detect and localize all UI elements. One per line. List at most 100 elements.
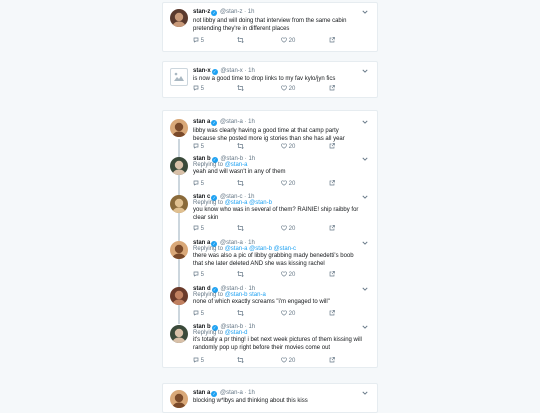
tweet-text: not libby and will doing that interview … <box>193 18 347 32</box>
retweet-button[interactable] <box>237 271 244 279</box>
replying-to-handles[interactable]: @stan-b stan-a <box>225 292 266 298</box>
replying-to: Replying to @stan-a @stan-b @stan-c <box>193 246 296 253</box>
user-avatar[interactable] <box>170 241 188 259</box>
replying-to-handles[interactable]: @stan-a @stan-b <box>225 200 272 206</box>
profile-photo-icon <box>170 119 188 137</box>
replying-to-handles[interactable]: @stan-a <box>225 162 248 168</box>
tweet-actions: 5 20 <box>193 85 363 93</box>
retweet-button[interactable] <box>237 357 244 365</box>
user-avatar[interactable] <box>170 68 188 86</box>
replying-to-label: Replying to <box>193 162 224 168</box>
user-avatar[interactable] <box>170 157 188 175</box>
user-handle[interactable]: @stan-a <box>220 119 243 125</box>
share-button[interactable] <box>329 37 335 45</box>
reply-count: 5 <box>200 226 205 232</box>
reply-button[interactable]: 5 <box>193 225 204 233</box>
share-button[interactable] <box>329 85 335 93</box>
tweet[interactable]: stan a ✓ @stan-a · 1h blocking w*lbys and … <box>163 384 377 412</box>
reply-button[interactable]: 5 <box>193 310 204 318</box>
display-name[interactable]: stan a <box>193 119 210 125</box>
tweet-timestamp[interactable]: 1h <box>248 324 255 330</box>
reply-button[interactable]: 5 <box>193 357 204 365</box>
reply-button[interactable]: 5 <box>193 85 204 93</box>
like-button[interactable]: 20 <box>281 357 295 365</box>
replying-to-label: Replying to <box>193 200 224 206</box>
share-button[interactable] <box>329 310 335 318</box>
reply-button[interactable]: 5 <box>193 143 204 151</box>
tweet-text: yeah and will wasn't in any of them <box>193 169 286 175</box>
like-button[interactable]: 20 <box>281 37 295 45</box>
user-avatar[interactable] <box>170 287 188 305</box>
user-avatar[interactable] <box>170 195 188 213</box>
share-button[interactable] <box>329 271 335 279</box>
tweet[interactable]: stan-z ✓ @stan-z · 1h not libby and will d… <box>163 3 377 51</box>
user-avatar[interactable] <box>170 9 188 27</box>
replying-to-handles[interactable]: @stan-d <box>225 330 248 336</box>
tweet[interactable]: stan b ✓ @stan-b · 1h Replying to @stan-d i… <box>163 319 377 369</box>
chevron-down-icon[interactable] <box>362 10 368 16</box>
replying-to: Replying to @stan-a @stan-b <box>193 200 272 207</box>
user-handle[interactable]: @stan-z <box>220 9 242 15</box>
tweet-timestamp[interactable]: 1h <box>248 68 255 74</box>
display-name[interactable]: stan-z <box>193 9 210 15</box>
display-name[interactable]: stan a <box>193 390 210 396</box>
user-handle[interactable]: @stan-x <box>220 68 242 74</box>
reply-count: 5 <box>200 272 205 278</box>
retweet-button[interactable] <box>237 85 244 93</box>
share-button[interactable] <box>329 180 335 188</box>
like-button[interactable]: 20 <box>281 225 295 233</box>
like-button[interactable]: 20 <box>281 310 295 318</box>
replying-to-label: Replying to <box>193 292 224 298</box>
retweet-button[interactable] <box>237 225 244 233</box>
share-button[interactable] <box>329 143 335 151</box>
chevron-down-icon[interactable] <box>362 241 368 247</box>
share-button[interactable] <box>329 357 335 365</box>
like-button[interactable]: 20 <box>281 271 295 279</box>
user-handle[interactable]: @stan-a <box>220 390 243 396</box>
tweet-timestamp[interactable]: 1h <box>248 156 255 162</box>
verified-badge-icon: ✓ <box>211 120 218 126</box>
chevron-down-icon[interactable] <box>362 325 368 331</box>
chevron-down-icon[interactable] <box>362 287 368 293</box>
tweet[interactable]: stan c ✓ @stan-c · 1h Replying to @stan-a … <box>163 189 377 235</box>
tweet-timestamp[interactable]: 1h <box>248 9 255 15</box>
user-avatar[interactable] <box>170 390 188 408</box>
reply-button[interactable]: 5 <box>193 271 204 279</box>
like-count: 20 <box>288 311 296 317</box>
chevron-down-icon[interactable] <box>362 391 368 397</box>
tweet[interactable]: stan a ✓ @stan-a · 1h libby was clearly ha… <box>163 111 377 151</box>
tweet[interactable]: stan b ✓ @stan-b · 1h Replying to @stan-a y… <box>163 151 377 189</box>
separator-dot: · <box>244 68 247 74</box>
chevron-down-icon[interactable] <box>362 157 368 163</box>
tweet-header: stan-x ✓ @stan-x · 1h <box>193 68 365 75</box>
user-avatar[interactable] <box>170 325 188 343</box>
tweet[interactable]: stan-x ✓ @stan-x · 1h is now a good time t… <box>163 62 377 97</box>
tweet-header: stan a ✓ @stan-a · 1h <box>193 119 365 126</box>
like-count: 20 <box>288 181 296 187</box>
tweet[interactable]: stan a ✓ @stan-a · 1h Replying to @stan-a … <box>163 235 377 281</box>
tweet-text: there was also a pic of libby grabbing m… <box>193 253 354 267</box>
share-button[interactable] <box>329 225 335 233</box>
like-button[interactable]: 20 <box>281 143 295 151</box>
retweet-button[interactable] <box>237 37 244 45</box>
retweet-button[interactable] <box>237 143 244 151</box>
chevron-down-icon[interactable] <box>362 120 368 126</box>
chevron-down-icon[interactable] <box>362 195 368 201</box>
like-button[interactable]: 20 <box>281 85 295 93</box>
display-name[interactable]: stan-x <box>193 68 211 74</box>
retweet-button[interactable] <box>237 310 244 318</box>
thread: stan a ✓ @stan-a · 1h libby was clearly ha… <box>163 111 377 367</box>
user-avatar[interactable] <box>170 119 188 137</box>
like-button[interactable]: 20 <box>281 180 295 188</box>
verified-badge-icon: ✓ <box>211 69 218 75</box>
like-count: 20 <box>288 272 296 278</box>
reply-button[interactable]: 5 <box>193 180 204 188</box>
chevron-down-icon[interactable] <box>362 69 368 75</box>
reply-button[interactable]: 5 <box>193 37 204 45</box>
retweet-button[interactable] <box>237 180 244 188</box>
replying-to-handles[interactable]: @stan-a @stan-b @stan-c <box>225 246 296 252</box>
tweet-timestamp[interactable]: 1h <box>248 119 255 125</box>
reply-count: 5 <box>200 86 205 92</box>
tweet-timestamp[interactable]: 1h <box>248 390 255 396</box>
tweet[interactable]: stan d ✓ @stan-d · 1h Replying to @stan-b … <box>163 281 377 319</box>
